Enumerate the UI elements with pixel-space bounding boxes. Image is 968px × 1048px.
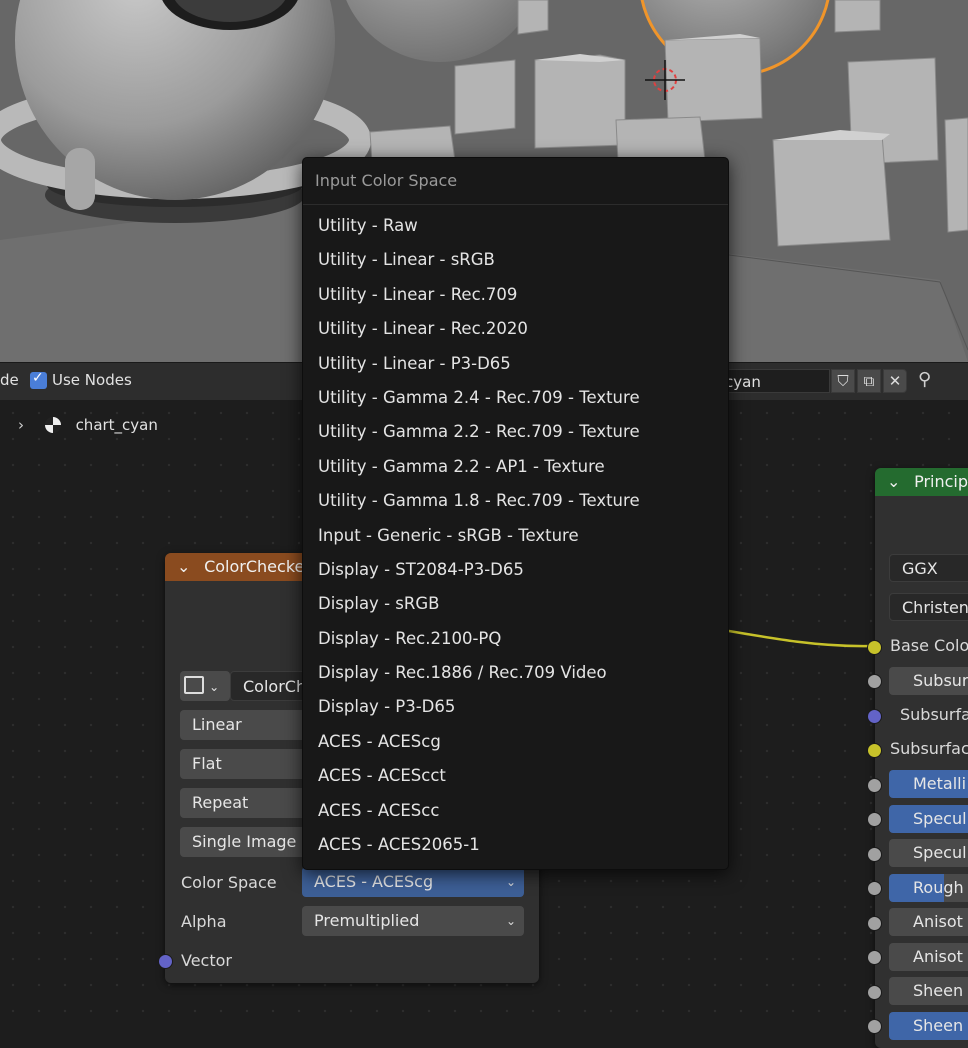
subsurface-slider[interactable]: Subsur xyxy=(889,667,968,695)
alpha-value: Premultiplied xyxy=(314,911,420,930)
close-icon[interactable]: ✕ xyxy=(883,369,907,393)
principled-node-header[interactable]: ⌄ Princip xyxy=(875,468,968,496)
material-icon xyxy=(44,417,61,433)
shield-icon[interactable]: ⛉ xyxy=(831,369,855,393)
menu-item[interactable]: ACES - ACEScg xyxy=(303,725,728,759)
chevron-down-icon[interactable]: ⌄ xyxy=(165,553,199,581)
alpha-label: Alpha xyxy=(181,912,227,931)
color-space-value: ACES - ACEScg xyxy=(314,872,434,891)
sheen-tint-socket[interactable] xyxy=(867,1019,882,1034)
chevron-down-icon[interactable]: ⌄ xyxy=(875,468,909,496)
vector-label: Vector xyxy=(181,951,232,970)
menu-title: Input Color Space xyxy=(315,171,458,190)
sheen-tint-slider[interactable]: Sheen xyxy=(889,1012,968,1040)
breadcrumb-label: chart_cyan xyxy=(75,416,158,434)
roughness-socket[interactable] xyxy=(867,881,882,896)
specular-slider[interactable]: Specul xyxy=(889,805,968,833)
chevron-right-icon[interactable]: › xyxy=(18,416,36,434)
subsurface-color-socket[interactable] xyxy=(867,743,882,758)
menu-separator xyxy=(303,204,728,205)
anisotropic-rotation-slider[interactable]: Anisot xyxy=(889,943,968,971)
metallic-slider[interactable]: Metalli xyxy=(889,770,968,798)
menu-item[interactable]: Display - Rec.2100-PQ xyxy=(303,622,728,656)
principled-bsdf-node[interactable]: ⌄ Princip GGX Christen Base Colo Subsur … xyxy=(867,468,968,1048)
color-space-label: Color Space xyxy=(181,873,277,892)
specular-socket[interactable] xyxy=(867,812,882,827)
menu-item[interactable]: Utility - Gamma 2.2 - AP1 - Texture xyxy=(303,450,728,484)
pin-icon[interactable]: ⚲ xyxy=(918,369,931,390)
distribution-select[interactable]: GGX xyxy=(889,554,968,582)
subsurface-radius-label: Subsurfa xyxy=(900,705,968,724)
anisotropic-socket[interactable] xyxy=(867,916,882,931)
specular-tint-slider[interactable]: Specul xyxy=(889,839,968,867)
menu-list: Utility - Raw Utility - Linear - sRGB Ut… xyxy=(303,209,728,862)
material-name-field[interactable]: cyan xyxy=(716,369,830,393)
input-color-space-menu: Input Color Space Utility - Raw Utility … xyxy=(302,157,729,870)
color-space-select[interactable]: ACES - ACEScg ⌄ xyxy=(302,867,524,897)
menu-item[interactable]: ACES - ACES2065-1 xyxy=(303,828,728,862)
specular-tint-socket[interactable] xyxy=(867,847,882,862)
chevron-down-icon: ⌄ xyxy=(505,875,516,889)
chevron-down-icon: ⌄ xyxy=(505,914,516,928)
sheen-socket[interactable] xyxy=(867,985,882,1000)
base-color-label: Base Colo xyxy=(890,636,968,655)
menu-item[interactable]: Display - Rec.1886 / Rec.709 Video xyxy=(303,656,728,690)
roughness-slider[interactable]: Rough xyxy=(889,874,968,902)
menu-item[interactable]: Utility - Gamma 2.2 - Rec.709 - Texture xyxy=(303,415,728,449)
duplicate-icon[interactable]: ⧉ xyxy=(857,369,881,393)
sheen-slider[interactable]: Sheen xyxy=(889,977,968,1005)
alpha-select[interactable]: Premultiplied ⌄ xyxy=(302,906,524,936)
menu-item[interactable]: Utility - Linear - Rec.2020 xyxy=(303,312,728,346)
metallic-socket[interactable] xyxy=(867,778,882,793)
anisotropic-slider[interactable]: Anisot xyxy=(889,908,968,936)
anisotropic-rotation-socket[interactable] xyxy=(867,950,882,965)
breadcrumb[interactable]: › chart_cyan xyxy=(18,416,158,434)
menu-item[interactable]: ACES - ACEScc xyxy=(303,794,728,828)
chevron-down-icon: ⌄ xyxy=(209,680,220,694)
node-title: Princip xyxy=(914,472,968,491)
menu-item[interactable]: Utility - Gamma 2.4 - Rec.709 - Texture xyxy=(303,381,728,415)
use-nodes-label: Use Nodes xyxy=(52,371,132,389)
menu-item[interactable]: Input - Generic - sRGB - Texture xyxy=(303,519,728,553)
base-color-socket[interactable] xyxy=(867,640,882,655)
menu-item[interactable]: Utility - Linear - P3-D65 xyxy=(303,347,728,381)
image-browse-button[interactable]: ⌄ xyxy=(180,671,230,701)
subsurface-color-label: Subsurfac xyxy=(890,739,968,758)
image-icon xyxy=(184,676,204,694)
subsurface-socket[interactable] xyxy=(867,674,882,689)
menu-item[interactable]: Display - ST2084-P3-D65 xyxy=(303,553,728,587)
menu-item[interactable]: Utility - Gamma 1.8 - Rec.709 - Texture xyxy=(303,484,728,518)
vector-input-socket[interactable] xyxy=(158,954,173,969)
subsurface-radius-socket[interactable] xyxy=(867,709,882,724)
menu-item[interactable]: Utility - Linear - sRGB xyxy=(303,243,728,277)
menu-item[interactable]: Display - P3-D65 xyxy=(303,690,728,724)
subsurface-method-select[interactable]: Christen xyxy=(889,593,968,621)
menu-item[interactable]: Display - sRGB xyxy=(303,587,728,621)
menu-item[interactable]: Utility - Linear - Rec.709 xyxy=(303,278,728,312)
header-fragment-label: de xyxy=(0,371,19,389)
menu-item[interactable]: ACES - ACEScct xyxy=(303,759,728,793)
node-title: ColorChecke xyxy=(204,557,305,576)
use-nodes-checkbox[interactable] xyxy=(30,370,47,389)
menu-item[interactable]: Utility - Raw xyxy=(303,209,728,243)
